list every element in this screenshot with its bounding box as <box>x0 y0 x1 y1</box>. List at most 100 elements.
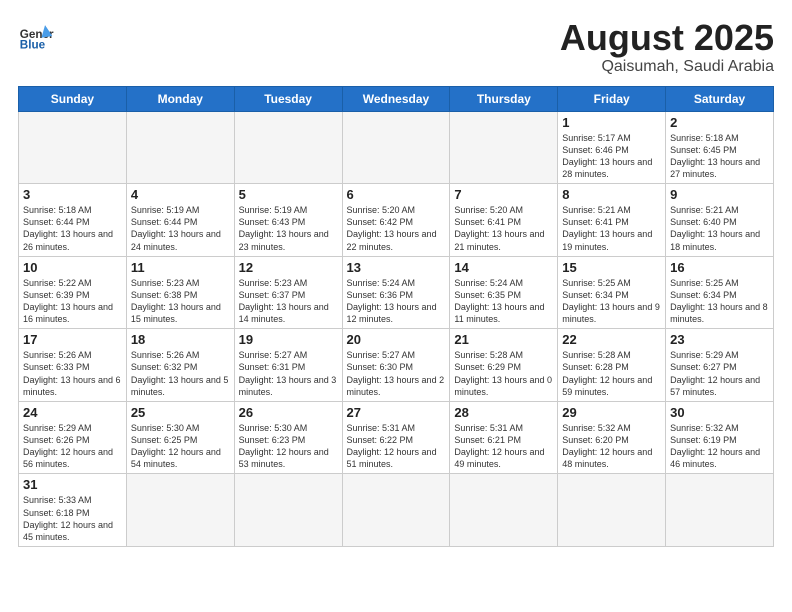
day-number: 11 <box>131 260 230 275</box>
day-info: Sunrise: 5:26 AM Sunset: 6:32 PM Dayligh… <box>131 349 230 398</box>
header-friday: Friday <box>558 86 666 111</box>
day-number: 24 <box>23 405 122 420</box>
table-row: 22Sunrise: 5:28 AM Sunset: 6:28 PM Dayli… <box>558 329 666 402</box>
table-row: 23 Sunrise: 5:29 AM Sunset: 6:27 PM Dayli… <box>666 329 774 402</box>
title-area: August 2025 Qaisumah, Saudi Arabia <box>560 18 774 76</box>
table-row <box>19 111 127 184</box>
location: Qaisumah, Saudi Arabia <box>560 58 774 76</box>
day-number: 12 <box>239 260 338 275</box>
day-number: 27 <box>347 405 446 420</box>
table-row <box>450 111 558 184</box>
table-row: 15Sunrise: 5:25 AM Sunset: 6:34 PM Dayli… <box>558 256 666 329</box>
day-number: 26 <box>239 405 338 420</box>
table-row: 26 Sunrise: 5:30 AM Sunset: 6:23 PM Dayli… <box>234 401 342 474</box>
day-info: Sunrise: 5:19 AM Sunset: 6:43 PM Dayligh… <box>239 204 338 253</box>
table-row: 16 Sunrise: 5:25 AM Sunset: 6:34 PM Dayli… <box>666 256 774 329</box>
table-row: 27 Sunrise: 5:31 AM Sunset: 6:22 PM Dayli… <box>342 401 450 474</box>
table-row: 30 Sunrise: 5:32 AM Sunset: 6:19 PM Dayli… <box>666 401 774 474</box>
table-row <box>666 474 774 547</box>
day-number: 31 <box>23 477 122 492</box>
table-row <box>234 111 342 184</box>
table-row <box>342 111 450 184</box>
day-info: Sunrise: 5:21 AM Sunset: 6:40 PM Dayligh… <box>670 204 769 253</box>
day-number: 23 <box>670 332 769 347</box>
table-row: 7 Sunrise: 5:20 AM Sunset: 6:41 PM Daylig… <box>450 184 558 257</box>
day-number: 13 <box>347 260 446 275</box>
logo-icon: General Blue <box>18 18 54 54</box>
day-info: Sunrise: 5:29 AM Sunset: 6:26 PM Dayligh… <box>23 422 122 471</box>
day-info: Sunrise: 5:19 AM Sunset: 6:44 PM Dayligh… <box>131 204 230 253</box>
day-info: Sunrise: 5:28 AM Sunset: 6:28 PM Dayligh… <box>562 349 661 398</box>
day-info: Sunrise: 5:22 AM Sunset: 6:39 PM Dayligh… <box>23 277 122 326</box>
table-row <box>450 474 558 547</box>
table-row: 6Sunrise: 5:20 AM Sunset: 6:42 PM Daylig… <box>342 184 450 257</box>
day-info: Sunrise: 5:23 AM Sunset: 6:38 PM Dayligh… <box>131 277 230 326</box>
day-info: Sunrise: 5:20 AM Sunset: 6:41 PM Dayligh… <box>454 204 553 253</box>
table-row: 18 Sunrise: 5:26 AM Sunset: 6:32 PM Dayli… <box>126 329 234 402</box>
day-number: 9 <box>670 187 769 202</box>
day-number: 14 <box>454 260 553 275</box>
table-row: 12 Sunrise: 5:23 AM Sunset: 6:37 PM Dayli… <box>234 256 342 329</box>
day-number: 16 <box>670 260 769 275</box>
page: General Blue August 2025 Qaisumah, Saudi… <box>0 0 792 557</box>
day-info: Sunrise: 5:31 AM Sunset: 6:21 PM Dayligh… <box>454 422 553 471</box>
day-info: Sunrise: 5:21 AM Sunset: 6:41 PM Dayligh… <box>562 204 661 253</box>
table-row: 17Sunrise: 5:26 AM Sunset: 6:33 PM Dayli… <box>19 329 127 402</box>
header-monday: Monday <box>126 86 234 111</box>
calendar-table: Sunday Monday Tuesday Wednesday Thursday… <box>18 86 774 547</box>
day-number: 18 <box>131 332 230 347</box>
table-row: 4 Sunrise: 5:19 AM Sunset: 6:44 PM Daylig… <box>126 184 234 257</box>
month-title: August 2025 <box>560 18 774 58</box>
day-number: 17 <box>23 332 122 347</box>
header-saturday: Saturday <box>666 86 774 111</box>
table-row: 21Sunrise: 5:28 AM Sunset: 6:29 PM Dayli… <box>450 329 558 402</box>
logo: General Blue <box>18 18 54 54</box>
day-number: 7 <box>454 187 553 202</box>
table-row: 14 Sunrise: 5:24 AM Sunset: 6:35 PM Dayli… <box>450 256 558 329</box>
header-tuesday: Tuesday <box>234 86 342 111</box>
day-info: Sunrise: 5:18 AM Sunset: 6:44 PM Dayligh… <box>23 204 122 253</box>
day-number: 21 <box>454 332 553 347</box>
day-info: Sunrise: 5:24 AM Sunset: 6:35 PM Dayligh… <box>454 277 553 326</box>
day-number: 2 <box>670 115 769 130</box>
table-row: 19 Sunrise: 5:27 AM Sunset: 6:31 PM Dayli… <box>234 329 342 402</box>
day-info: Sunrise: 5:32 AM Sunset: 6:19 PM Dayligh… <box>670 422 769 471</box>
day-info: Sunrise: 5:29 AM Sunset: 6:27 PM Dayligh… <box>670 349 769 398</box>
table-row: 24 Sunrise: 5:29 AM Sunset: 6:26 PM Dayli… <box>19 401 127 474</box>
day-number: 19 <box>239 332 338 347</box>
day-info: Sunrise: 5:32 AM Sunset: 6:20 PM Dayligh… <box>562 422 661 471</box>
table-row: 10 Sunrise: 5:22 AM Sunset: 6:39 PM Dayli… <box>19 256 127 329</box>
day-info: Sunrise: 5:33 AM Sunset: 6:18 PM Dayligh… <box>23 494 122 543</box>
day-number: 8 <box>562 187 661 202</box>
table-row <box>558 474 666 547</box>
day-number: 3 <box>23 187 122 202</box>
day-number: 29 <box>562 405 661 420</box>
day-info: Sunrise: 5:25 AM Sunset: 6:34 PM Dayligh… <box>670 277 769 326</box>
table-row: 9 Sunrise: 5:21 AM Sunset: 6:40 PM Daylig… <box>666 184 774 257</box>
header-wednesday: Wednesday <box>342 86 450 111</box>
day-info: Sunrise: 5:30 AM Sunset: 6:23 PM Dayligh… <box>239 422 338 471</box>
table-row: 5Sunrise: 5:19 AM Sunset: 6:43 PM Daylig… <box>234 184 342 257</box>
table-row: 25 Sunrise: 5:30 AM Sunset: 6:25 PM Dayli… <box>126 401 234 474</box>
table-row <box>126 111 234 184</box>
day-info: Sunrise: 5:27 AM Sunset: 6:31 PM Dayligh… <box>239 349 338 398</box>
header-thursday: Thursday <box>450 86 558 111</box>
day-info: Sunrise: 5:17 AM Sunset: 6:46 PM Dayligh… <box>562 132 661 181</box>
table-row <box>126 474 234 547</box>
header: General Blue August 2025 Qaisumah, Saudi… <box>18 18 774 76</box>
day-info: Sunrise: 5:18 AM Sunset: 6:45 PM Dayligh… <box>670 132 769 181</box>
day-number: 4 <box>131 187 230 202</box>
table-row: 2 Sunrise: 5:18 AM Sunset: 6:45 PM Daylig… <box>666 111 774 184</box>
day-info: Sunrise: 5:30 AM Sunset: 6:25 PM Dayligh… <box>131 422 230 471</box>
table-row: 29 Sunrise: 5:32 AM Sunset: 6:20 PM Dayli… <box>558 401 666 474</box>
day-number: 25 <box>131 405 230 420</box>
day-info: Sunrise: 5:23 AM Sunset: 6:37 PM Dayligh… <box>239 277 338 326</box>
day-number: 30 <box>670 405 769 420</box>
day-number: 20 <box>347 332 446 347</box>
svg-text:Blue: Blue <box>20 39 46 52</box>
day-number: 10 <box>23 260 122 275</box>
day-number: 28 <box>454 405 553 420</box>
day-info: Sunrise: 5:31 AM Sunset: 6:22 PM Dayligh… <box>347 422 446 471</box>
day-number: 1 <box>562 115 661 130</box>
weekday-header-row: Sunday Monday Tuesday Wednesday Thursday… <box>19 86 774 111</box>
